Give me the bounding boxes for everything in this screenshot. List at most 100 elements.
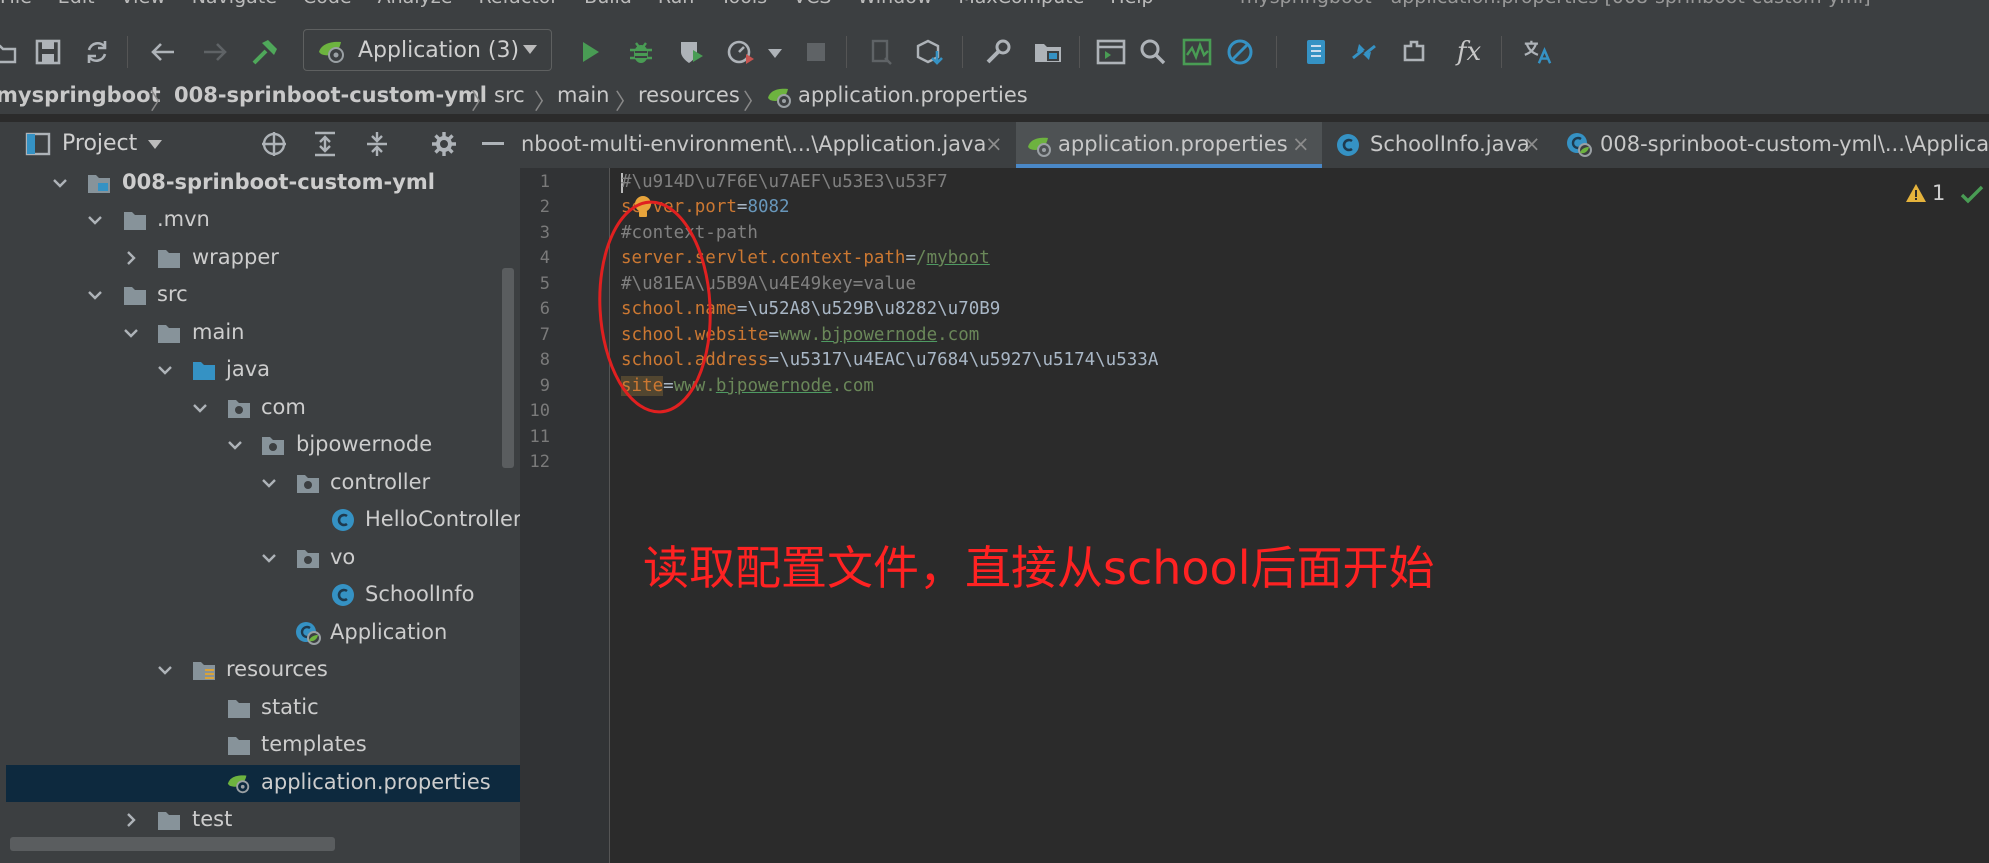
plugin-icon[interactable]: [1400, 37, 1430, 67]
tree-item-java[interactable]: java: [6, 352, 520, 389]
tree-item-controller[interactable]: controller: [6, 465, 520, 502]
chevron-down-icon[interactable]: [51, 174, 69, 192]
tree-item-application[interactable]: Application: [6, 615, 520, 652]
tree-item-application-properties[interactable]: application.properties: [6, 765, 520, 802]
tree-item-com[interactable]: com: [6, 390, 520, 427]
window-title: myspringboot - application.properties [0…: [1240, 0, 1871, 8]
translate-icon[interactable]: [1522, 37, 1552, 67]
menu-view[interactable]: View: [121, 0, 166, 8]
chevron-right-icon[interactable]: [122, 811, 140, 829]
menu-edit[interactable]: Edit: [58, 0, 95, 8]
tab-label: application.properties: [1058, 132, 1288, 156]
chevron-down-icon[interactable]: [122, 324, 140, 342]
expand-all-icon[interactable]: [312, 130, 338, 162]
breadcrumb-item-src[interactable]: src: [494, 83, 525, 107]
tab-module-application-java[interactable]: 008-sprinboot-custom-yml\...\Applica: [1556, 122, 1989, 168]
tree-item-label: static: [261, 695, 319, 719]
chevron-down-icon[interactable]: [86, 211, 104, 229]
package-download-icon[interactable]: [915, 37, 945, 67]
debug-bug-icon[interactable]: [626, 37, 656, 67]
chevron-down-icon[interactable]: [260, 474, 278, 492]
wrench-icon[interactable]: [983, 37, 1013, 67]
tab-application-java[interactable]: nboot-multi-environment\...\Application.…: [520, 122, 1014, 168]
menu-file[interactable]: File: [0, 0, 32, 8]
function-fx-icon[interactable]: fx: [1454, 37, 1484, 67]
build-hammer-icon[interactable]: [250, 37, 280, 67]
breadcrumb-item-module[interactable]: 008-sprinboot-custom-yml: [174, 83, 487, 107]
tree-item-templates[interactable]: templates: [6, 727, 520, 764]
menu-vcs[interactable]: VCS: [793, 0, 831, 8]
disable-circle-icon[interactable]: [1225, 37, 1255, 67]
chevron-down-icon[interactable]: [156, 661, 174, 679]
tree-item-schoolinfo[interactable]: SchoolInfo: [6, 577, 520, 614]
tab-application-properties[interactable]: application.properties ×: [1016, 122, 1322, 168]
menu-analyze[interactable]: Analyze: [378, 0, 453, 8]
menu-maxcompute[interactable]: MaxCompute: [958, 0, 1084, 8]
back-arrow-icon[interactable]: [148, 37, 178, 67]
activity-monitor-icon[interactable]: [1182, 37, 1212, 67]
tree-item-wrapper[interactable]: wrapper: [6, 240, 520, 277]
menu-help[interactable]: Help: [1110, 0, 1153, 8]
tree-item-bjpowernode[interactable]: bjpowernode: [6, 427, 520, 464]
device-icon[interactable]: [866, 37, 896, 67]
tree-item-main[interactable]: main: [6, 315, 520, 352]
tree-item-src[interactable]: src: [6, 277, 520, 314]
project-structure-icon[interactable]: [1033, 37, 1063, 67]
minimize-icon[interactable]: [482, 142, 504, 145]
breadcrumb-item-project[interactable]: myspringboot: [0, 83, 161, 107]
checkmark-icon[interactable]: [1960, 184, 1984, 208]
run-configuration-select[interactable]: Application (3): [303, 29, 552, 71]
open-folder-icon[interactable]: [0, 37, 18, 67]
code-editor[interactable]: [610, 168, 1989, 863]
tree-item-mvn[interactable]: .mvn: [6, 202, 520, 239]
chevron-down-icon[interactable]: [226, 436, 244, 454]
tree-item-test[interactable]: test: [6, 802, 520, 839]
breadcrumb: myspringboot 〉 008-sprinboot-custom-yml …: [0, 78, 1989, 115]
menu-run[interactable]: Run: [658, 0, 694, 8]
gear-icon[interactable]: [430, 130, 458, 162]
menu-code[interactable]: Code: [303, 0, 352, 8]
chevron-down-icon[interactable]: [86, 286, 104, 304]
stop-icon[interactable]: [801, 37, 831, 67]
chevron-down-icon[interactable]: [156, 361, 174, 379]
menu-tools[interactable]: Tools: [720, 0, 767, 8]
merge-arrows-icon[interactable]: [1349, 37, 1379, 67]
collapse-all-icon[interactable]: [364, 130, 390, 162]
chevron-down-icon[interactable]: [191, 399, 209, 417]
search-icon[interactable]: [1138, 37, 1168, 67]
tab-schoolinfo-java[interactable]: SchoolInfo.java ×: [1324, 122, 1554, 168]
menu-window[interactable]: Window: [857, 0, 932, 8]
sync-icon[interactable]: [82, 37, 112, 67]
tree-item-hellocontroller[interactable]: HelloController: [6, 502, 520, 539]
chevron-right-icon: 〉: [743, 90, 766, 115]
close-icon[interactable]: ×: [1292, 132, 1310, 156]
chevron-down-icon[interactable]: [260, 549, 278, 567]
chevron-right-icon[interactable]: [122, 249, 140, 267]
chevron-down-icon[interactable]: [768, 49, 782, 58]
tree-item-resources[interactable]: resources: [6, 652, 520, 689]
profiler-icon[interactable]: [726, 37, 756, 67]
close-icon[interactable]: ×: [1523, 132, 1541, 156]
tree-item-vo[interactable]: vo: [6, 540, 520, 577]
breadcrumb-item-resources[interactable]: resources: [638, 83, 740, 107]
notebook-icon[interactable]: [1301, 37, 1331, 67]
vertical-scrollbar[interactable]: [502, 268, 514, 468]
chevron-down-icon[interactable]: [148, 140, 162, 149]
breadcrumb-item-main[interactable]: main: [557, 83, 609, 107]
horizontal-scrollbar[interactable]: [10, 837, 335, 851]
menu-navigate[interactable]: Navigate: [192, 0, 277, 8]
tree-item-static[interactable]: static: [6, 690, 520, 727]
forward-arrow-icon[interactable]: [200, 37, 230, 67]
project-panel-title[interactable]: Project: [62, 131, 137, 156]
coverage-shield-icon[interactable]: [676, 37, 706, 67]
close-icon[interactable]: ×: [985, 132, 1003, 156]
menu-refactor[interactable]: Refactor: [478, 0, 558, 8]
terminal-window-icon[interactable]: [1096, 37, 1126, 67]
tree-item-module[interactable]: 008-sprinboot-custom-yml: [6, 165, 520, 202]
menu-build[interactable]: Build: [584, 0, 632, 8]
save-icon[interactable]: [33, 37, 63, 67]
run-icon[interactable]: [575, 37, 605, 67]
locate-crosshair-icon[interactable]: [260, 130, 288, 162]
warning-icon[interactable]: [1905, 183, 1927, 207]
breadcrumb-item-file[interactable]: application.properties: [798, 83, 1028, 107]
